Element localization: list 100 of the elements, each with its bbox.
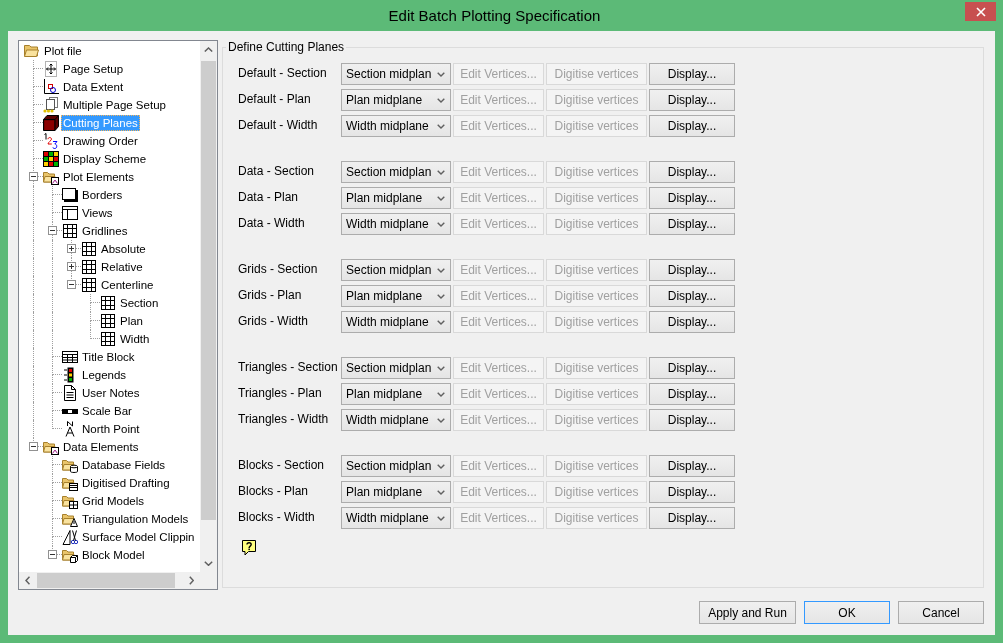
grid-icon	[81, 277, 97, 293]
tree-item[interactable]: Grid Models	[80, 493, 146, 509]
caret-icon	[437, 515, 445, 521]
tree-item[interactable]: Digitised Drafting	[80, 475, 172, 491]
plane-dropdown[interactable]: Plan midplane	[341, 89, 451, 111]
tree-item[interactable]: Database Fields	[80, 457, 168, 473]
window-icon	[62, 205, 78, 221]
tree-item[interactable]: Centerline	[99, 277, 156, 293]
tree-item[interactable]: Borders	[80, 187, 125, 203]
row-label: Data - Plan	[238, 189, 300, 204]
table-icon	[62, 349, 78, 365]
plane-dropdown[interactable]: Width midplane	[341, 311, 451, 333]
display-button[interactable]: Display...	[649, 481, 735, 503]
grid-icon	[100, 313, 116, 329]
collapse-icon[interactable]	[29, 442, 38, 451]
tree-item[interactable]: North Point	[80, 421, 142, 437]
scroll-right-icon[interactable]	[188, 576, 195, 585]
display-button[interactable]: Display...	[649, 161, 735, 183]
tree-item[interactable]: Scale Bar	[80, 403, 134, 419]
tree-item[interactable]: Triangulation Models	[80, 511, 191, 527]
display-button[interactable]: Display...	[649, 383, 735, 405]
display-button[interactable]: Display...	[649, 409, 735, 431]
tree-item[interactable]: Relative	[99, 259, 145, 275]
tree-item[interactable]: Absolute	[99, 241, 148, 257]
plane-dropdown[interactable]: Plan midplane	[341, 383, 451, 405]
cancel-button[interactable]: Cancel	[898, 601, 984, 624]
display-button[interactable]: Display...	[649, 187, 735, 209]
plane-dropdown[interactable]: Width midplane	[341, 507, 451, 529]
display-button[interactable]: Display...	[649, 455, 735, 477]
expand-icon[interactable]	[67, 262, 76, 271]
tree-item[interactable]: Surface Model Clippin	[80, 529, 197, 545]
help-icon[interactable]	[241, 540, 257, 556]
folder-cube-icon	[62, 547, 78, 563]
vertical-scrollbar[interactable]	[200, 41, 217, 572]
tree-item[interactable]: Plot file	[42, 43, 84, 59]
tree-item[interactable]: Page Setup	[61, 61, 126, 77]
grid-icon	[81, 241, 97, 257]
tree-item[interactable]: User Notes	[80, 385, 142, 401]
scroll-thumb[interactable]	[201, 61, 216, 520]
tree-item[interactable]: Legends	[80, 367, 129, 383]
axes-icon	[43, 79, 59, 95]
tree-item[interactable]: Gridlines	[80, 223, 130, 239]
folder-grid-icon	[62, 493, 78, 509]
caret-icon	[437, 319, 445, 325]
scroll-thumb[interactable]	[37, 573, 175, 588]
display-button[interactable]: Display...	[649, 357, 735, 379]
document-icon	[62, 385, 78, 401]
collapse-icon[interactable]	[67, 280, 76, 289]
plane-dropdown[interactable]: Section midplan	[341, 357, 451, 379]
display-button[interactable]: Display...	[649, 259, 735, 281]
ok-button[interactable]: OK	[804, 601, 890, 624]
display-button[interactable]: Display...	[649, 115, 735, 137]
scroll-down-icon[interactable]	[204, 560, 213, 567]
tree-item[interactable]: Data Extent	[61, 79, 126, 95]
horizontal-scrollbar[interactable]	[19, 572, 200, 589]
tree-item[interactable]: Views	[80, 205, 115, 221]
row-label: Grids - Section	[238, 261, 319, 276]
tree-item[interactable]: Multiple Page Setup	[61, 97, 168, 113]
plane-dropdown[interactable]: Section midplan	[341, 161, 451, 183]
close-icon	[975, 6, 986, 17]
expand-icon[interactable]	[67, 244, 76, 253]
display-button[interactable]: Display...	[649, 285, 735, 307]
plane-dropdown[interactable]: Section midplan	[341, 63, 451, 85]
collapse-icon[interactable]	[29, 172, 38, 181]
plane-dropdown[interactable]: Section midplan	[341, 259, 451, 281]
row-label: Triangles - Plan	[238, 385, 323, 400]
tree-item[interactable]: Section	[118, 295, 161, 311]
plane-dropdown[interactable]: Width midplane	[341, 213, 451, 235]
display-button[interactable]: Display...	[649, 311, 735, 333]
tree-item[interactable]: Plan	[118, 313, 146, 329]
tree-item[interactable]: Data Elements	[61, 439, 141, 455]
plane-dropdown[interactable]: Width midplane	[341, 115, 451, 137]
display-button[interactable]: Display...	[649, 507, 735, 529]
tree-item[interactable]: Plot Elements	[61, 169, 136, 185]
row-label: Blocks - Width	[238, 509, 316, 524]
tree-item[interactable]: Title Block	[80, 349, 137, 365]
tree-item[interactable]: Display Scheme	[61, 151, 149, 167]
scroll-up-icon[interactable]	[204, 46, 213, 53]
tree-item[interactable]: Block Model	[80, 547, 147, 563]
cube-icon	[43, 115, 59, 131]
display-button[interactable]: Display...	[649, 63, 735, 85]
display-button[interactable]: Display...	[649, 213, 735, 235]
plane-dropdown[interactable]: Plan midplane	[341, 285, 451, 307]
caret-icon	[437, 267, 445, 273]
close-button[interactable]	[965, 2, 996, 21]
tree-item[interactable]: Drawing Order	[61, 133, 140, 149]
collapse-icon[interactable]	[48, 226, 57, 235]
caret-icon	[437, 169, 445, 175]
collapse-icon[interactable]	[48, 550, 57, 559]
apply-and-run-button[interactable]: Apply and Run	[699, 601, 796, 624]
tree-item[interactable]: Width	[118, 331, 152, 347]
plane-dropdown[interactable]: Plan midplane	[341, 187, 451, 209]
triangle-scissors-icon	[62, 529, 78, 545]
scroll-left-icon[interactable]	[24, 576, 31, 585]
plane-dropdown[interactable]: Width midplane	[341, 409, 451, 431]
display-button[interactable]: Display...	[649, 89, 735, 111]
pages-icon	[43, 97, 59, 113]
row-label: Grids - Width	[238, 313, 309, 328]
plane-dropdown[interactable]: Plan midplane	[341, 481, 451, 503]
plane-dropdown[interactable]: Section midplan	[341, 455, 451, 477]
